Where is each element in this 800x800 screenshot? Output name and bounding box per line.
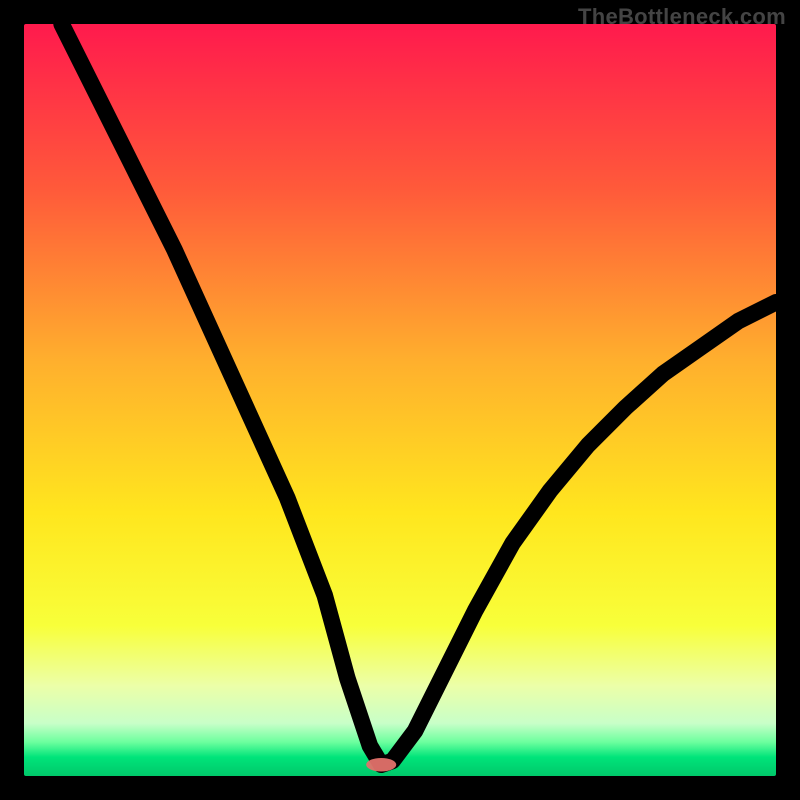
sweet-spot-marker [366, 758, 396, 772]
watermark-text: TheBottleneck.com [578, 4, 786, 30]
bottleneck-chart [24, 24, 776, 776]
chart-background [24, 24, 776, 776]
chart-svg [24, 24, 776, 776]
chart-frame: TheBottleneck.com [0, 0, 800, 800]
